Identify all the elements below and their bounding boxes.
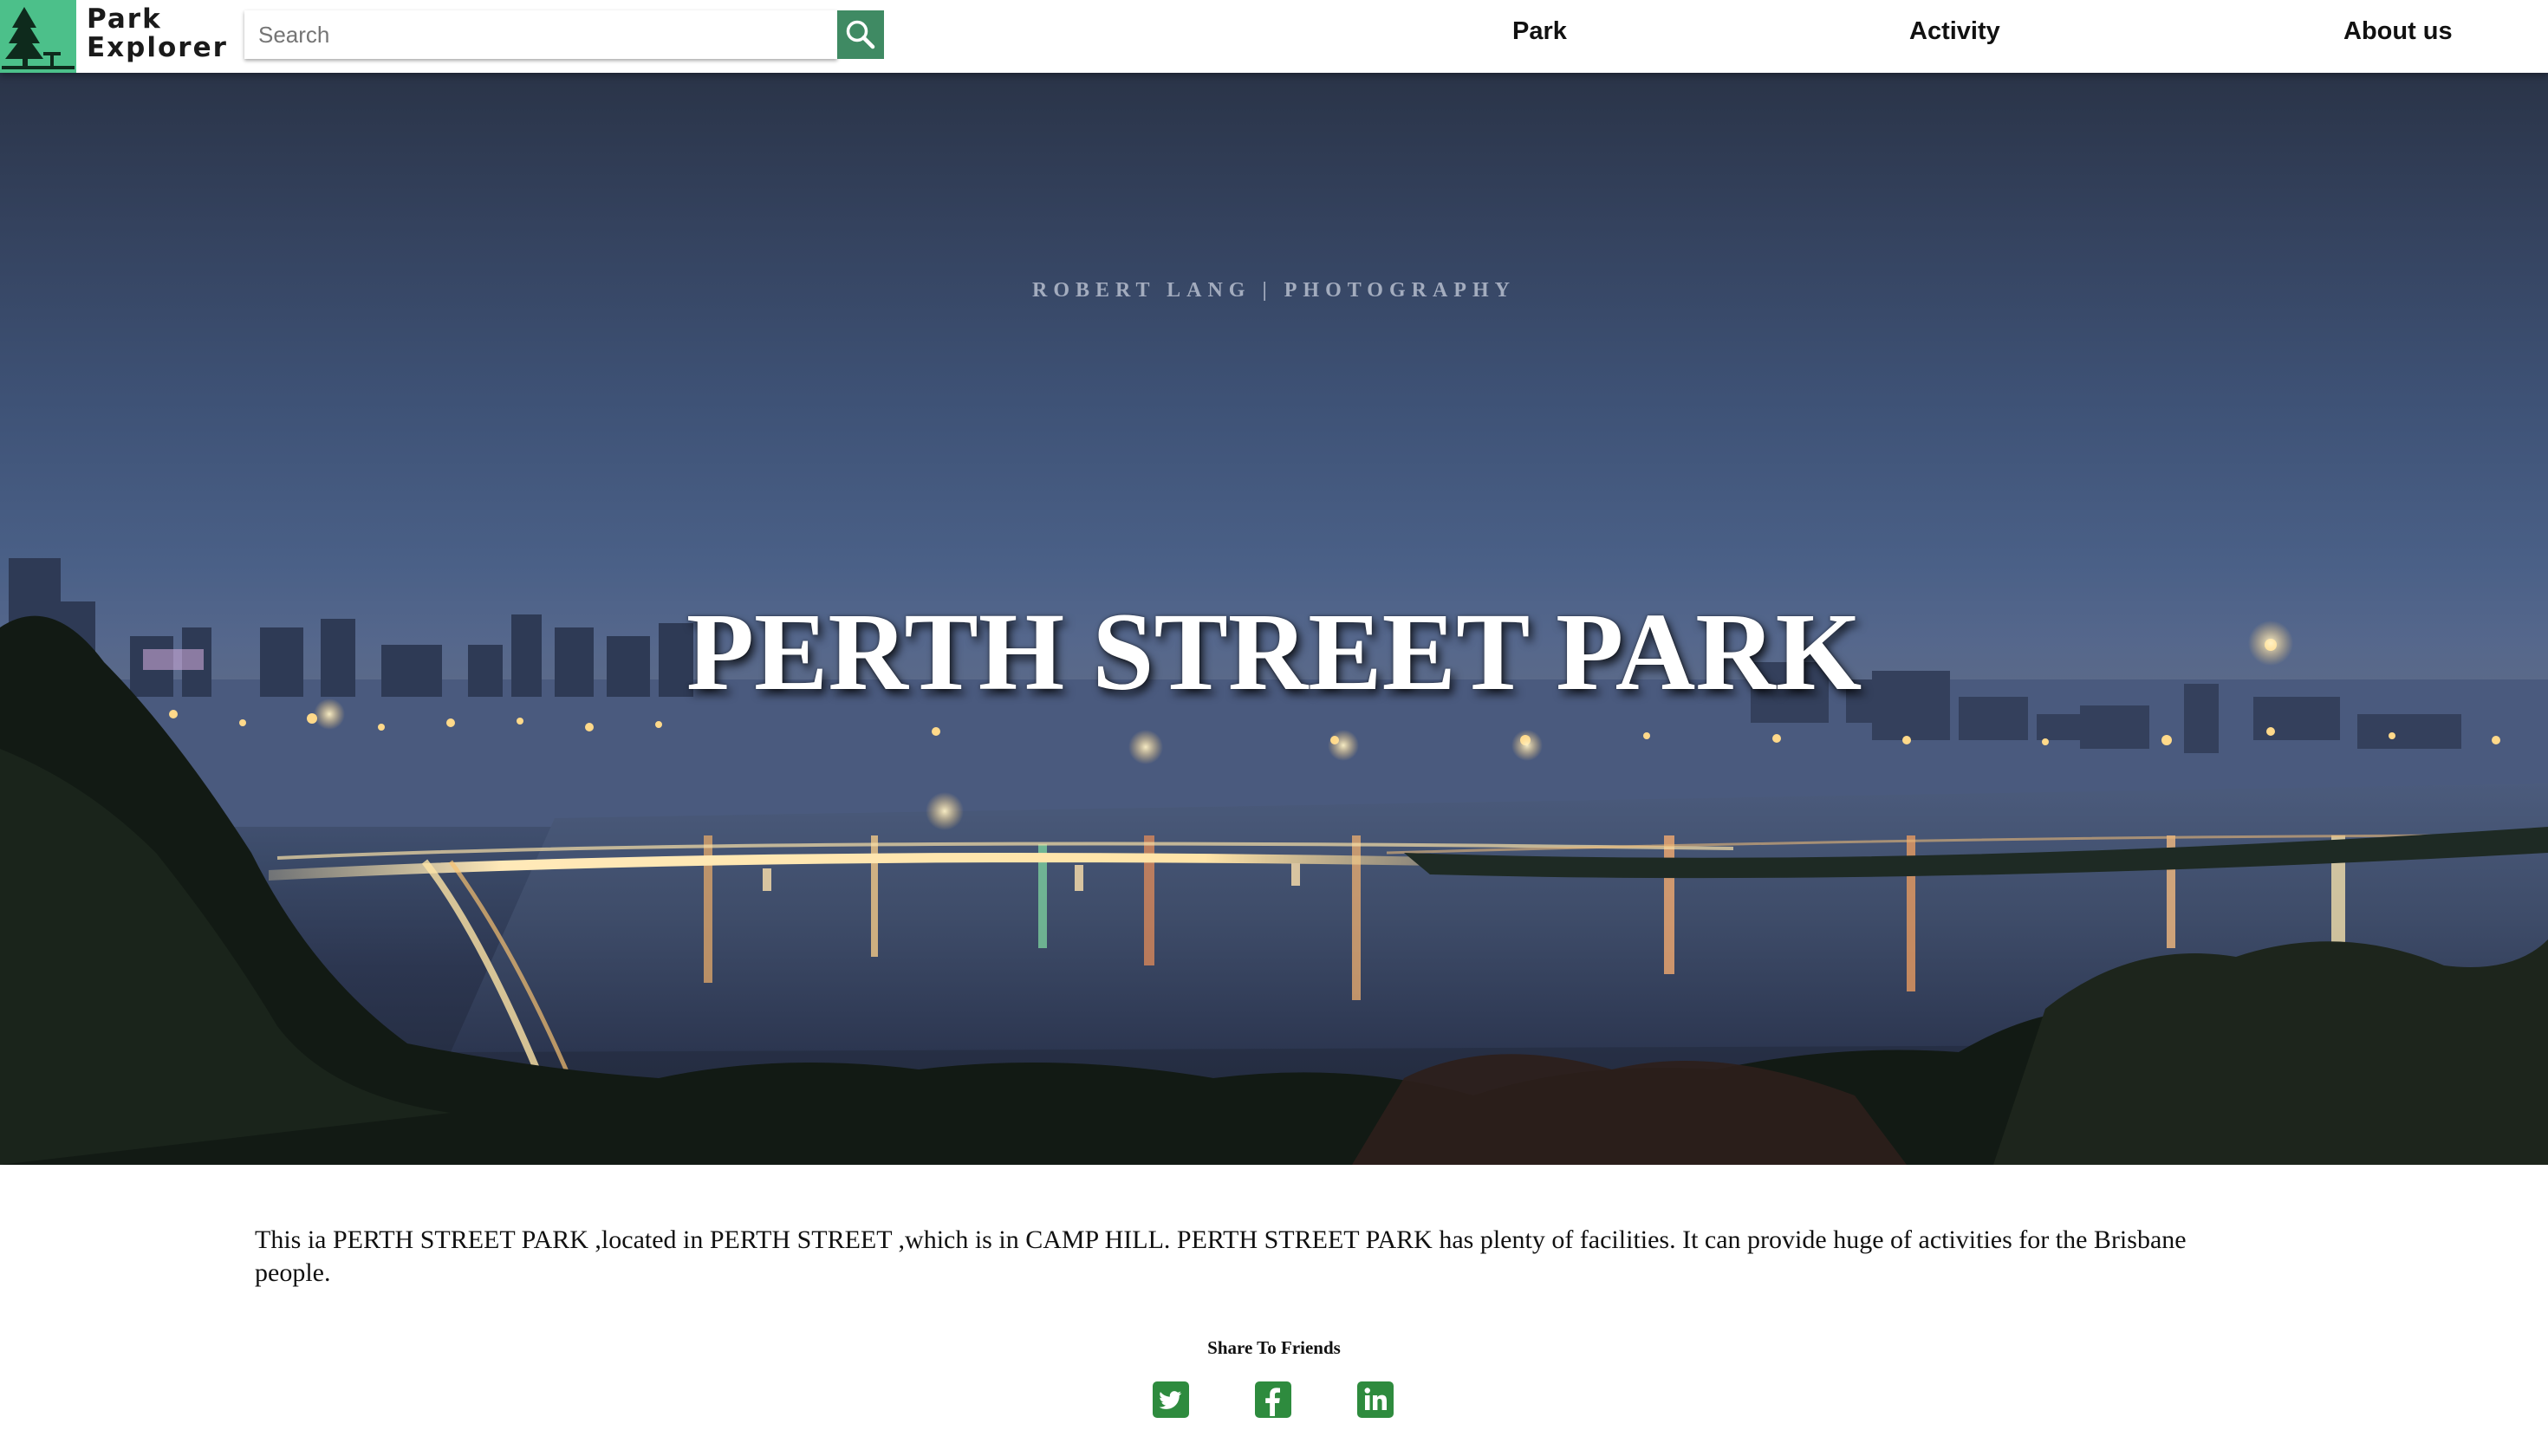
share-heading: Share To Friends [1207,1337,1341,1358]
nav-about-us[interactable]: About us [2343,17,2453,46]
linkedin-share-button[interactable] [1357,1381,1394,1418]
photo-watermark: ROBERT LANG | PHOTOGRAPHY [1032,279,1516,302]
nav-activity[interactable]: Activity [1909,17,2000,46]
pine-tree-icon [2,7,75,69]
facebook-icon [1265,1388,1280,1416]
search-button[interactable] [837,10,884,59]
logo-line-1: Park [87,3,162,35]
page-title: PERTH STREET PARK [686,590,1862,713]
nav-park[interactable]: Park [1512,17,1567,46]
logo-line-2: Explorer [87,32,228,63]
share-icons [1153,1381,1395,1420]
search-icon [846,20,875,49]
logo[interactable] [0,0,76,73]
search-bar [244,10,884,59]
park-description: This ia PERTH STREET PARK ,located in PE… [255,1225,2187,1287]
search-input[interactable] [244,10,837,59]
hero-banner: ROBERT LANG | PHOTOGRAPHY PERTH STREET P… [0,73,2548,1165]
logo-text[interactable]: Park Explorer [87,3,228,63]
top-navbar: Park Explorer Park Activity About us [0,0,2548,73]
twitter-icon [1159,1391,1182,1409]
linkedin-icon [1364,1388,1387,1410]
facebook-share-button[interactable] [1255,1381,1291,1418]
twitter-share-button[interactable] [1153,1381,1189,1418]
